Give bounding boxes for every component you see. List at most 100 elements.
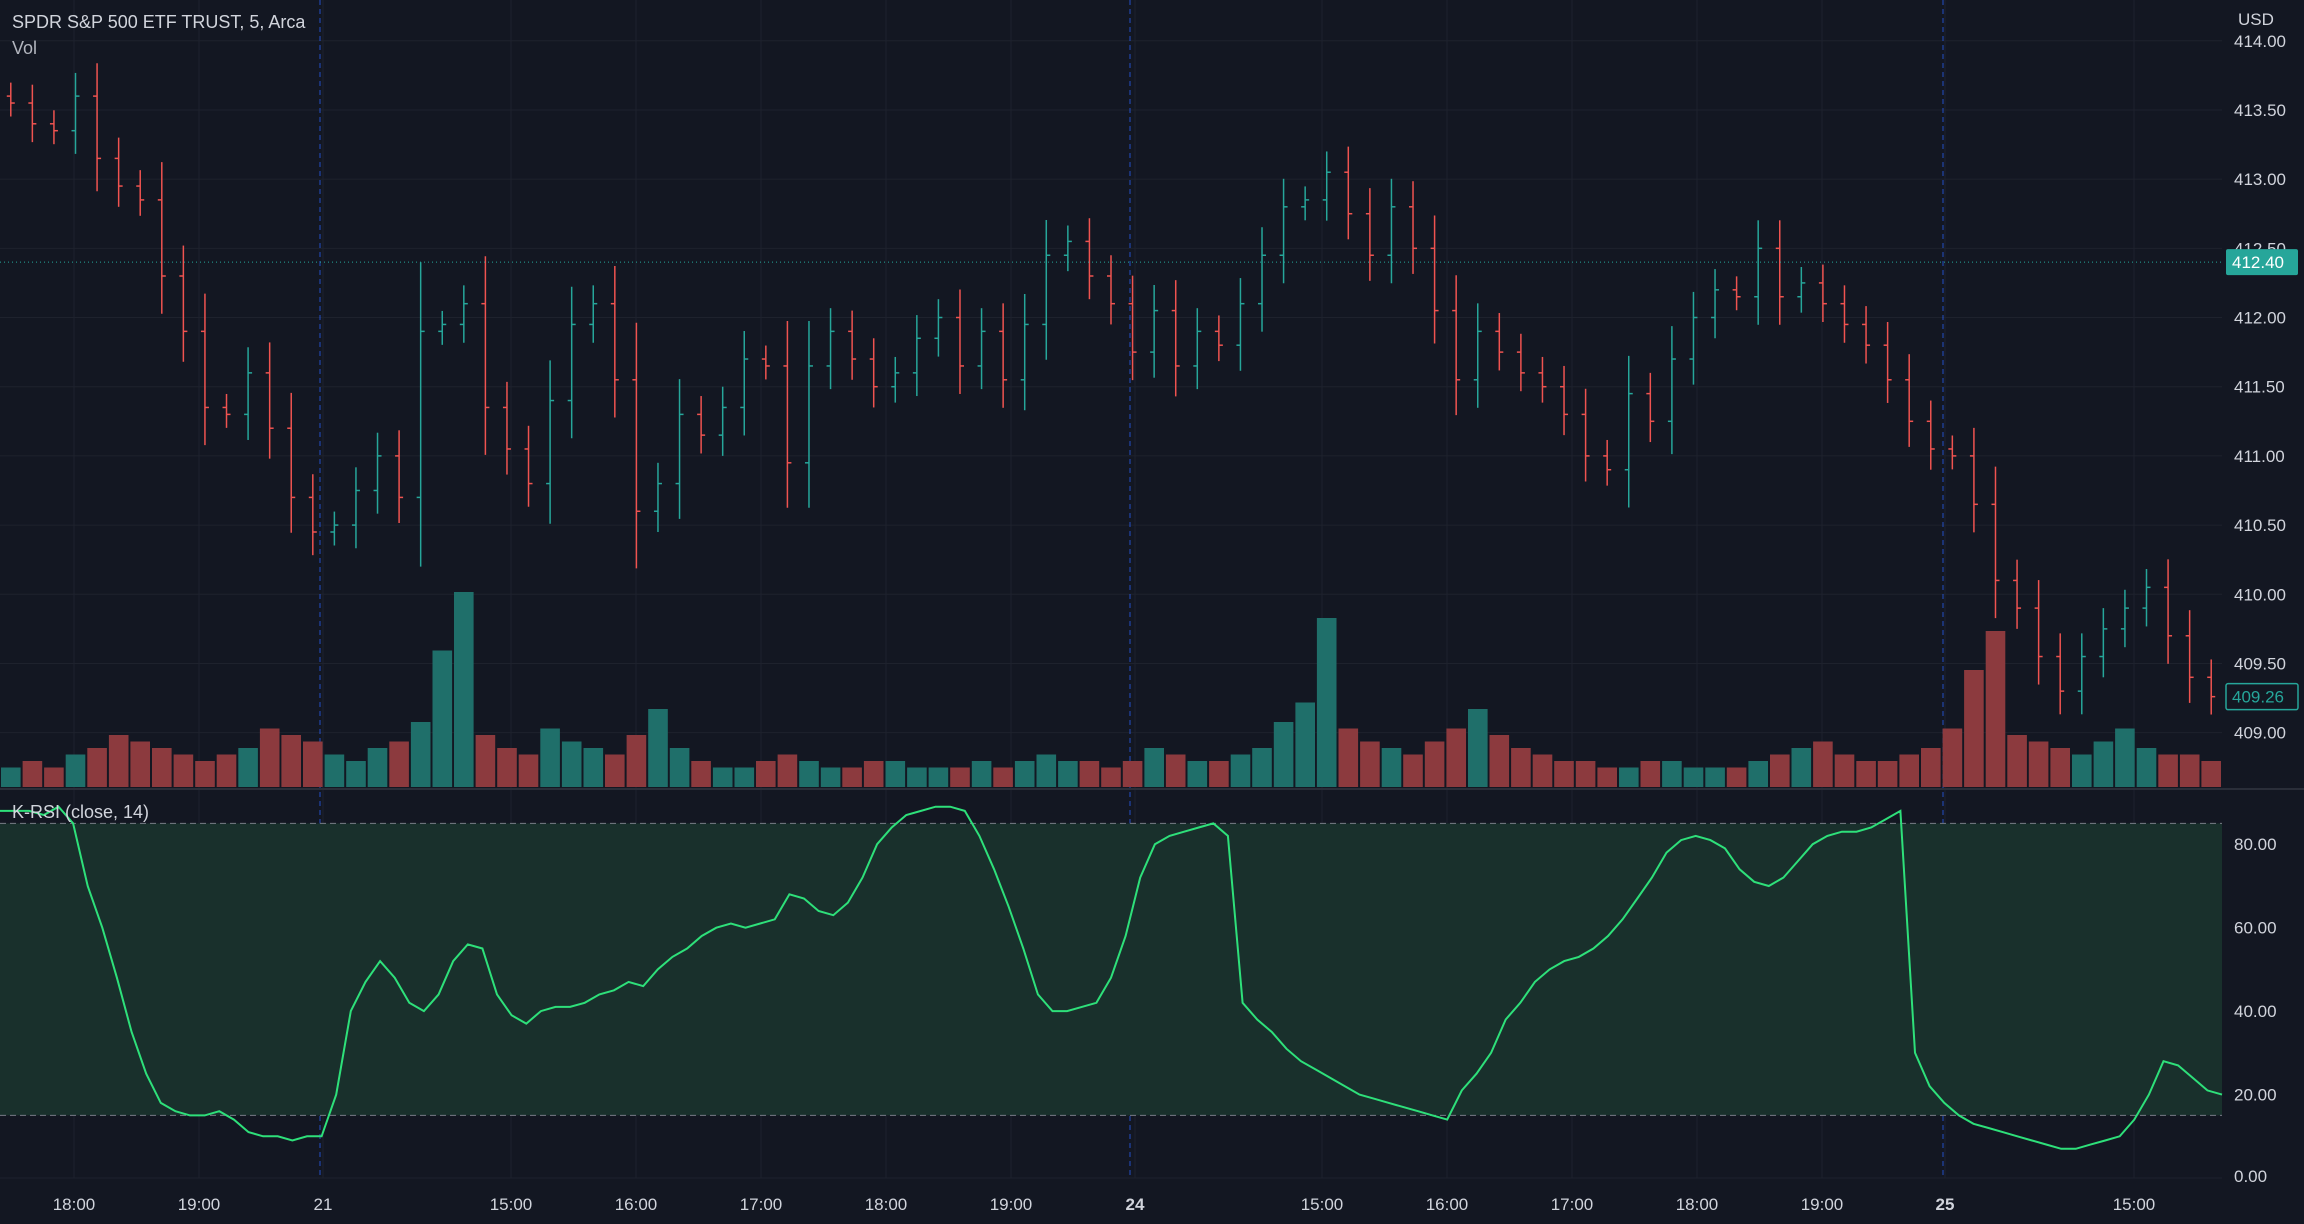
volume-bar bbox=[1921, 748, 1941, 787]
time-axis-label: 17:00 bbox=[1551, 1195, 1594, 1214]
volume-bar bbox=[2050, 748, 2070, 787]
volume-bar bbox=[756, 761, 776, 787]
volume-bar bbox=[346, 761, 366, 787]
volume-bar bbox=[1101, 767, 1121, 787]
volume-bar bbox=[2007, 735, 2027, 787]
volume-bar bbox=[454, 592, 474, 787]
volume-bar bbox=[1, 767, 21, 787]
volume-bar bbox=[324, 754, 345, 787]
volume-bar bbox=[1877, 761, 1898, 787]
volume-bar bbox=[1424, 741, 1445, 787]
volume-bar bbox=[367, 748, 388, 787]
volume-bar bbox=[1813, 741, 1833, 787]
time-axis-label: 18:00 bbox=[1676, 1195, 1719, 1214]
volume-bar bbox=[2093, 741, 2114, 787]
volume-bar bbox=[1381, 748, 1402, 787]
indicator-legend[interactable]: K-RSI (close, 14) bbox=[12, 802, 149, 823]
volume-bar bbox=[1360, 741, 1380, 787]
currency-label[interactable]: USD bbox=[2238, 10, 2274, 30]
volume-bar bbox=[2028, 741, 2049, 787]
price-axis-label: 413.50 bbox=[2234, 101, 2286, 120]
time-axis-label: 18:00 bbox=[865, 1195, 908, 1214]
volume-bar bbox=[1058, 761, 1078, 787]
price-axis-label: 409.50 bbox=[2234, 654, 2286, 673]
volume-bar bbox=[583, 748, 604, 787]
rsi-axis-label: 60.00 bbox=[2234, 919, 2277, 938]
volume-bar bbox=[238, 748, 258, 787]
price-axis-label: 413.00 bbox=[2234, 170, 2286, 189]
volume-bar bbox=[1511, 748, 1531, 787]
rsi-axis-label: 0.00 bbox=[2234, 1167, 2267, 1186]
last-price-badge-label: 412.40 bbox=[2232, 253, 2284, 272]
price-axis-label: 410.50 bbox=[2234, 516, 2286, 535]
volume-bar bbox=[1683, 767, 1704, 787]
volume-bar bbox=[1036, 754, 1057, 787]
time-axis-label: 18:00 bbox=[53, 1195, 96, 1214]
volume-bar bbox=[605, 754, 625, 787]
volume-bar bbox=[108, 735, 129, 787]
volume-bar bbox=[1144, 748, 1164, 787]
price-axis-label: 409.00 bbox=[2234, 724, 2286, 743]
chart-window: 409.00 409.50 410.00 410.50 411.00 411.50 412.… bbox=[0, 0, 2304, 1224]
time-axis-label: 19:00 bbox=[178, 1195, 221, 1214]
volume-bar bbox=[1295, 702, 1315, 787]
volume-bar bbox=[1791, 748, 1812, 787]
volume-bar bbox=[907, 767, 927, 787]
volume-bar bbox=[281, 735, 301, 787]
volume-bar bbox=[842, 767, 862, 787]
price-axis-label: 411.00 bbox=[2234, 447, 2285, 466]
volume-bar bbox=[44, 767, 64, 787]
volume-bar bbox=[1316, 618, 1337, 787]
chart-canvas[interactable]: 409.00 409.50 410.00 410.50 411.00 411.50 412.… bbox=[0, 0, 2304, 1224]
time-axis-label: 16:00 bbox=[615, 1195, 658, 1214]
volume-bar bbox=[303, 741, 323, 787]
volume-bar bbox=[1403, 754, 1423, 787]
volume-bar bbox=[389, 741, 409, 787]
volume-bar bbox=[1122, 761, 1143, 787]
volume-bar bbox=[130, 741, 150, 787]
symbol-title[interactable]: SPDR S&P 500 ETF TRUST, 5, Arca bbox=[12, 12, 305, 33]
volume-bar bbox=[2072, 754, 2092, 787]
volume-bar bbox=[216, 754, 237, 787]
volume-bar bbox=[2179, 754, 2200, 787]
volume-bar bbox=[259, 728, 280, 787]
time-axis-label: 16:00 bbox=[1426, 1195, 1469, 1214]
volume-bar bbox=[2201, 761, 2221, 787]
volume-legend[interactable]: Vol bbox=[12, 38, 37, 59]
time-axis-label: 15:00 bbox=[2113, 1195, 2156, 1214]
rsi-axis-label: 20.00 bbox=[2234, 1086, 2277, 1105]
volume-bar bbox=[885, 761, 906, 787]
volume-bar bbox=[1834, 754, 1855, 787]
volume-bar bbox=[1338, 728, 1359, 787]
volume-bar bbox=[1230, 754, 1251, 787]
rsi-band-fill bbox=[0, 823, 2222, 1116]
volume-bar bbox=[669, 748, 690, 787]
time-axis-label: 21 bbox=[314, 1195, 333, 1214]
volume-bar bbox=[1489, 735, 1510, 787]
volume-bar bbox=[1705, 767, 1725, 787]
volume-bar bbox=[1273, 722, 1294, 787]
price-axis-label: 414.00 bbox=[2234, 32, 2286, 51]
volume-bar bbox=[712, 767, 733, 787]
volume-bar bbox=[1468, 709, 1488, 787]
volume-bar bbox=[1187, 761, 1208, 787]
volume-bar bbox=[1964, 670, 1984, 787]
close-price-badge-label: 409.26 bbox=[2232, 688, 2284, 707]
volume-bar bbox=[799, 761, 819, 787]
rsi-axis-label: 80.00 bbox=[2234, 835, 2277, 854]
time-axis-label: 15:00 bbox=[490, 1195, 533, 1214]
volume-bar bbox=[1899, 754, 1919, 787]
volume-bar bbox=[734, 767, 755, 787]
volume-bar bbox=[87, 748, 107, 787]
volume-bar bbox=[1554, 761, 1574, 787]
volume-bar bbox=[432, 650, 453, 787]
volume-bar bbox=[971, 761, 992, 787]
volume-bar bbox=[497, 748, 517, 787]
volume-bar bbox=[1985, 631, 2006, 787]
volume-bar bbox=[1770, 754, 1790, 787]
volume-bar bbox=[691, 761, 711, 787]
volume-bar bbox=[1209, 761, 1229, 787]
volume-bar bbox=[1252, 748, 1272, 787]
time-axis-label: 19:00 bbox=[990, 1195, 1033, 1214]
volume-bar bbox=[2158, 754, 2178, 787]
